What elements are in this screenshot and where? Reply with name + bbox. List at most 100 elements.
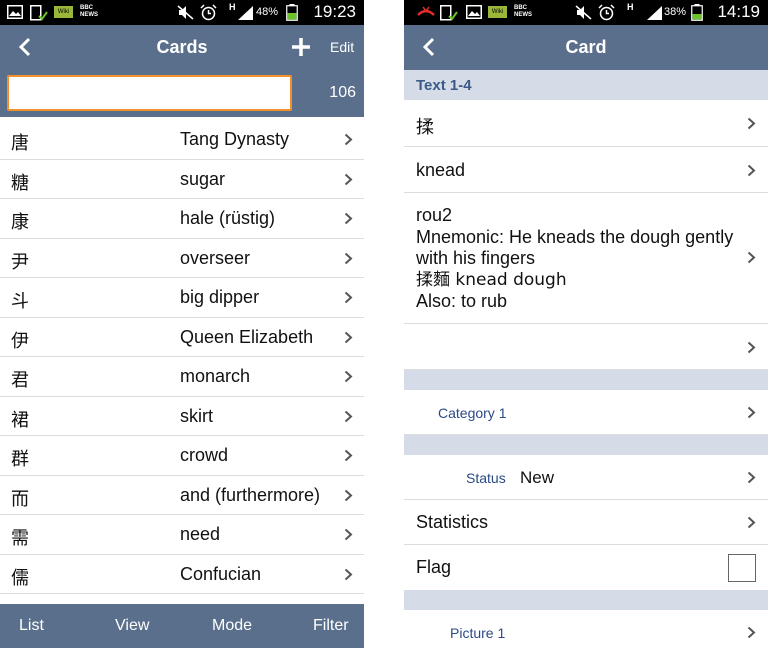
mute-icon [575,5,592,25]
card-character: 伊 [11,330,29,352]
text1-value: 揉 [416,117,434,138]
card-character: 而 [11,488,29,510]
status-value: New [520,468,555,487]
card-character: 唐 [11,133,29,154]
card-meaning: Confucian [180,563,262,584]
card-meaning: skirt [180,405,213,426]
add-card-button[interactable] [290,36,312,58]
chevron-right-icon [747,251,756,264]
chevron-right-icon [344,568,353,580]
edit-button[interactable]: Edit [330,39,354,55]
cards-screen: Wiki BBC NEWS H 48% 19:23 Cards Edit 106 … [0,0,364,648]
battery-percent: 38% [664,6,687,18]
card-meaning: overseer [180,247,251,268]
card-meaning: Tang Dynasty [180,129,290,149]
card-character: 儒 [11,567,29,589]
category-label: Category 1 [438,405,507,421]
bbc-news-icon: BBC NEWS [514,5,532,18]
card-character: 君 [11,370,29,391]
chevron-right-icon [747,406,756,419]
section-header-text: Text 1-4 [404,70,768,100]
card-row[interactable]: 群 crowd [0,436,364,476]
flag-checkbox[interactable] [728,554,756,582]
card-count: 106 [329,84,356,101]
app-notification-icon: Wiki [54,6,73,18]
gallery-icon [466,5,482,24]
chevron-right-icon [344,528,353,541]
card-character: 康 [11,212,29,233]
signal-icon [647,6,662,25]
chevron-right-icon [344,212,353,225]
card-detail: Text 1-4 揉 knead rou2 Mnemonic: He knead… [404,70,768,648]
status-bar: Wiki BBC NEWS H 38% 14:19 [404,0,768,25]
alarm-icon [200,4,217,26]
clipboard-check-icon [30,5,48,26]
text2-row[interactable]: knead [404,147,768,193]
chevron-right-icon [344,449,353,462]
text4-row[interactable] [404,324,768,370]
chevron-right-icon [747,471,756,484]
card-meaning: need [180,524,221,544]
chevron-right-icon [344,291,353,304]
statistics-label: Statistics [416,512,489,532]
gallery-icon [7,5,23,24]
chevron-right-icon [747,626,756,639]
chevron-right-icon [344,331,353,343]
chevron-right-icon [344,489,353,501]
text1-row[interactable]: 揉 [404,100,768,147]
card-detail-screen: Wiki BBC NEWS H 38% 14:19 Card Text 1-4 揉 [404,0,768,648]
statistics-row[interactable]: Statistics [404,500,768,545]
mute-icon [177,5,194,25]
status-row[interactable]: Status New [404,455,768,500]
battery-icon [691,4,703,26]
card-meaning: hale (rüstig) [180,208,276,228]
card-character: 斗 [11,291,29,312]
picture-row[interactable]: Picture 1 [404,610,768,648]
network-type: H [627,2,634,12]
text3-line-example: 揉麵 knead dough [416,269,567,290]
card-row[interactable]: 君 monarch [0,357,364,397]
card-row[interactable]: 需 need [0,515,364,555]
text3-line-reading: rou2 [416,205,453,225]
card-meaning: Queen Elizabeth [180,326,314,347]
chevron-right-icon [747,341,756,354]
chevron-right-icon [747,516,756,529]
card-character: 裙 [11,409,29,431]
network-type: H [229,2,236,12]
app-notification-icon: Wiki [488,6,507,18]
card-row[interactable]: 斗 big dipper [0,278,364,318]
mode-button[interactable]: Mode [212,617,252,635]
alarm-icon [598,4,615,26]
card-row[interactable]: 伊 Queen Elizabeth [0,318,364,357]
card-row[interactable]: 儒 Confucian [0,555,364,594]
filter-button[interactable]: Filter [313,617,349,635]
card-row[interactable]: 康 hale (rüstig) [0,199,364,239]
card-row[interactable]: 裙 skirt [0,397,364,436]
card-meaning: sugar [180,168,226,189]
card-meaning: monarch [180,366,251,386]
signal-icon [238,6,253,25]
search-input[interactable] [7,75,292,111]
card-character: 需 [11,528,29,549]
text3-line-mnemonic: Mnemonic: He kneads the dough gently [416,226,734,247]
card-row[interactable]: 尹 overseer [0,239,364,278]
chevron-right-icon [747,117,756,130]
text3-line-also: Also: to rub [416,291,508,311]
card-row[interactable]: 唐 Tang Dynasty [0,120,364,160]
text2-value: knead [416,160,466,180]
card-meaning: big dipper [180,287,260,307]
view-button[interactable]: View [115,617,149,635]
chevron-right-icon [344,370,353,383]
card-row[interactable]: 糖 sugar [0,160,364,199]
nav-bar: Card [404,25,768,70]
bbc-news-icon: BBC NEWS [80,5,98,18]
text3-row[interactable]: rou2 Mnemonic: He kneads the dough gentl… [404,193,768,324]
card-character: 尹 [11,251,29,273]
list-button[interactable]: List [19,617,44,635]
category-row[interactable]: Category 1 [404,390,768,435]
bottom-toolbar: List View Mode Filter [0,604,364,648]
chevron-right-icon [747,164,756,177]
card-row[interactable]: 而 and (furthermore) [0,476,364,515]
chevron-right-icon [344,173,353,185]
card-character: 群 [11,449,29,470]
